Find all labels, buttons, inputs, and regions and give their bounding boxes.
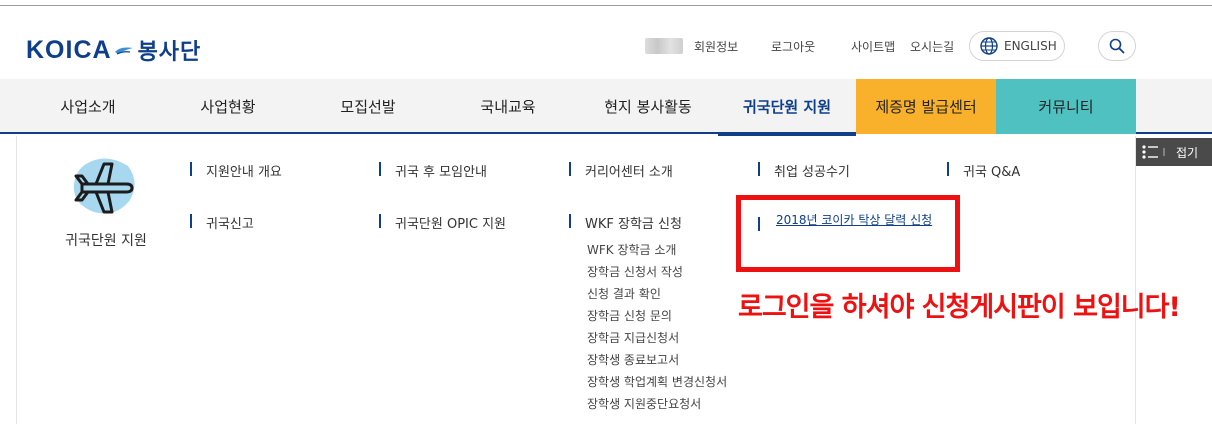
nav-item-recruit[interactable]: 모집선발 [298,79,438,134]
submenu-item[interactable]: 장학생 지원중단요청서 [587,395,701,412]
nav-item-certificate-center[interactable]: 제증명 발급센터 [856,79,996,134]
submenu-item[interactable]: 장학금 신청 문의 [587,307,672,324]
nav-item-field-activity[interactable]: 현지 봉사활동 [578,79,718,134]
sitemap-link[interactable]: 사이트맵 [851,30,895,62]
nav-item-status[interactable]: 사업현황 [158,79,298,134]
globe-icon [980,37,998,55]
mega-menu-border-left [16,136,17,424]
language-button[interactable]: ENGLISH [969,31,1065,61]
nav-item-returnee-support[interactable]: 귀국단원 지원 [718,79,856,136]
submenu-item[interactable]: 장학금 신청서 작성 [587,263,683,280]
mega-menu-border-right [1135,136,1136,424]
menu-opic-support[interactable]: 귀국단원 OPIC 지원 [379,213,506,232]
user-name-blurred [645,38,683,54]
leaf-icon [114,47,133,55]
submenu-item[interactable]: 신청 결과 확인 [587,285,661,302]
menu-success-stories[interactable]: 취업 성공수기 [758,161,850,180]
submenu-item[interactable]: 장학생 종료보고서 [587,351,679,368]
language-label: ENGLISH [1004,39,1057,53]
fold-label: 접기 [1176,145,1199,160]
top-border [0,5,1212,6]
member-info-link[interactable]: 회원정보 [694,30,738,62]
airplane-icon [66,156,146,222]
category-title: 귀국단원 지원 [65,233,147,249]
menu-career-center[interactable]: 커리어센터 소개 [569,161,673,180]
highlight-box [736,195,960,272]
submenu-item[interactable]: 장학금 지급신청서 [587,329,679,346]
submenu-item[interactable]: 장학생 학업계획 변경신청서 [587,373,727,390]
search-button[interactable] [1098,31,1136,61]
annotation-notice: 로그인을 하셔야 신청게시판이 보입니다! [738,292,1181,323]
menu-qna[interactable]: 귀국 Q&A [947,161,1020,180]
menu-support-overview[interactable]: 지원안내 개요 [190,161,282,180]
main-nav: 사업소개 사업현황 모집선발 국내교육 현지 봉사활동 귀국단원 지원 제증명 … [0,79,1212,136]
submenu-item[interactable]: WFK 장학금 소개 [587,241,676,258]
logo-text-en: KOICA [26,35,112,64]
logo-text-ko: 봉사단 [137,40,202,65]
fold-button[interactable]: 접기 [1136,138,1212,166]
nav-item-community[interactable]: 커뮤니티 [996,79,1136,134]
logout-link[interactable]: 로그아웃 [771,30,815,62]
nav-item-intro[interactable]: 사업소개 [18,79,158,134]
directions-link[interactable]: 오시는길 [910,30,954,62]
menu-wkf-scholarship[interactable]: WKF 장학금 신청 [569,213,682,232]
menu-reunion[interactable]: 귀국 후 모임안내 [379,161,487,180]
nav-item-training[interactable]: 국내교육 [438,79,578,134]
koica-logo[interactable]: KOICA 봉사단 [26,34,201,66]
search-icon [1109,38,1125,54]
list-icon [1142,145,1165,159]
menu-return-report[interactable]: 귀국신고 [190,213,254,232]
